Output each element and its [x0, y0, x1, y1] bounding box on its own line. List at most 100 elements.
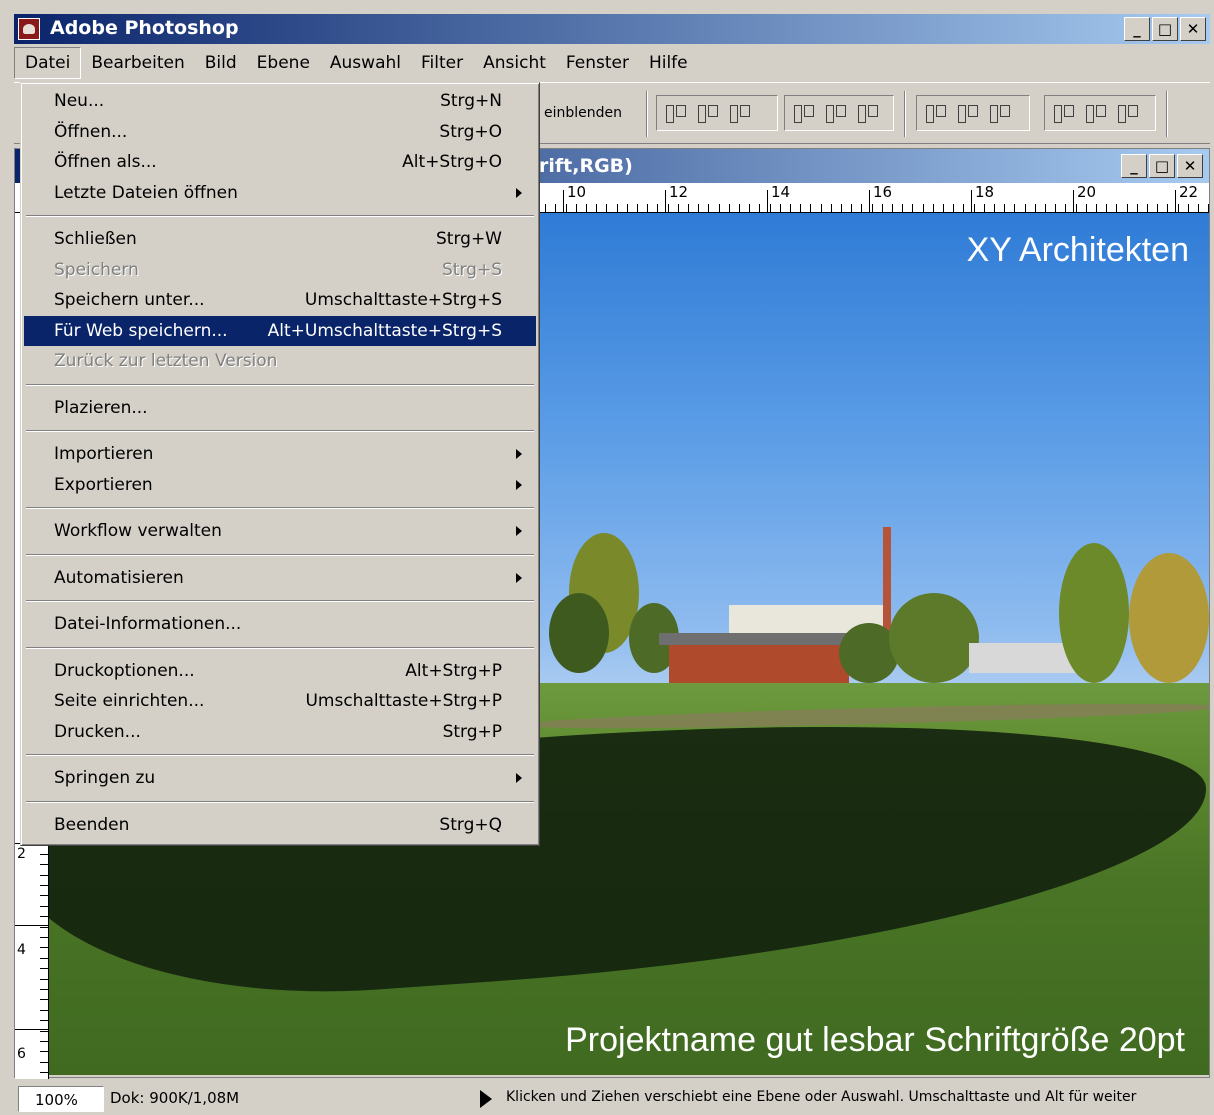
distribute-horizontal-group — [1044, 95, 1156, 131]
menu-datei[interactable]: Datei — [14, 47, 82, 79]
distribute-top-icon[interactable] — [923, 102, 947, 124]
document-size-info: Dok: 900K/1,08M — [110, 1089, 240, 1107]
distribute-right-icon[interactable] — [1115, 102, 1139, 124]
menu-bearbeiten[interactable]: Bearbeiten — [81, 47, 194, 79]
app-maximize-button[interactable]: □ — [1152, 17, 1178, 41]
ruler-tick — [606, 204, 607, 212]
menu-item-seite-einrichten[interactable]: Seite einrichten... Umschalttaste+Strg+P — [24, 686, 536, 717]
ruler-tick — [882, 204, 883, 212]
ruler-tick — [40, 885, 48, 886]
ruler-tick — [861, 204, 862, 212]
menu-item-neu[interactable]: Neu... Strg+N — [24, 86, 536, 117]
app-titlebar[interactable]: Adobe Photoshop _ □ ✕ — [14, 14, 1210, 44]
menu-ebene[interactable]: Ebene — [247, 47, 320, 79]
menu-hilfe[interactable]: Hilfe — [639, 47, 698, 79]
menu-item-druckoptionen[interactable]: Druckoptionen... Alt+Strg+P — [24, 656, 536, 687]
align-right-icon[interactable] — [855, 102, 879, 124]
menu-item-importieren[interactable]: Importieren — [24, 439, 536, 470]
menu-item-shortcut: Strg+W — [436, 229, 502, 250]
status-menu-arrow-icon[interactable] — [480, 1090, 492, 1108]
doc-maximize-button[interactable]: □ — [1149, 154, 1175, 178]
menu-item-label: Für Web speichern... — [54, 320, 228, 341]
menu-item-drucken[interactable]: Drucken... Strg+P — [24, 717, 536, 748]
submenu-arrow-icon — [516, 479, 522, 490]
menu-filter[interactable]: Filter — [411, 47, 473, 79]
show-bounding-box-label[interactable]: einblenden — [544, 105, 622, 121]
ruler-tick — [780, 204, 781, 212]
menu-bild[interactable]: Bild — [195, 47, 247, 79]
doc-minimize-button[interactable]: _ — [1121, 154, 1147, 178]
ruler-tick — [1065, 204, 1066, 212]
ruler-tick — [912, 204, 913, 212]
menu-fenster[interactable]: Fenster — [556, 47, 639, 79]
photoshop-app-icon[interactable] — [18, 18, 40, 40]
ruler-tick — [40, 895, 48, 896]
menu-item-label: Seite einrichten... — [54, 691, 205, 712]
ruler-tick — [872, 204, 873, 212]
distribute-vertical-center-icon[interactable] — [955, 102, 979, 124]
menu-item-schließen[interactable]: Schließen Strg+W — [24, 224, 536, 255]
menu-item-shortcut: Strg+S — [442, 259, 502, 280]
doc-close-button[interactable]: ✕ — [1177, 154, 1203, 178]
align-vertical-center-icon[interactable] — [695, 102, 719, 124]
menu-item-label: Importieren — [54, 444, 154, 465]
menu-item-beenden[interactable]: Beenden Strg+Q — [24, 810, 536, 841]
menu-item-workflow-verwalten[interactable]: Workflow verwalten — [24, 516, 536, 547]
zoom-field[interactable]: 100% — [18, 1086, 104, 1112]
ruler-tick — [974, 204, 975, 212]
ruler-tick — [40, 906, 48, 907]
menu-item-letzte-dateien-öffnen[interactable]: Letzte Dateien öffnen — [24, 178, 536, 209]
submenu-arrow-icon — [516, 449, 522, 459]
app-close-button[interactable]: ✕ — [1180, 17, 1206, 41]
ruler-tick — [1096, 204, 1097, 212]
align-horizontal-center-icon[interactable] — [823, 102, 847, 124]
tree — [1059, 543, 1129, 683]
menu-item-springen-zu[interactable]: Springen zu — [24, 763, 536, 794]
ruler-tick — [40, 1041, 48, 1042]
ruler-tick — [1188, 204, 1189, 212]
menu-ansicht[interactable]: Ansicht — [473, 47, 556, 79]
menu-separator — [24, 794, 536, 810]
menu-item-shortcut: Strg+P — [442, 721, 502, 742]
align-horizontal-group — [784, 95, 894, 131]
menu-item-shortcut: Strg+O — [439, 121, 502, 142]
ruler-tick — [40, 916, 48, 917]
menu-item-plazieren[interactable]: Plazieren... — [24, 393, 536, 424]
menu-item-für-web-speichern[interactable]: Für Web speichern... Alt+Umschalttaste+St… — [24, 315, 536, 346]
menu-item-label: Exportieren — [54, 474, 153, 495]
submenu-arrow-icon — [516, 526, 522, 536]
menu-item-automatisieren[interactable]: Automatisieren — [24, 563, 536, 594]
ruler-tick — [555, 204, 556, 212]
align-left-icon[interactable] — [791, 102, 815, 124]
menu-item-speichern-unter[interactable]: Speichern unter... Umschalttaste+Strg+S — [24, 285, 536, 316]
align-top-icon[interactable] — [663, 102, 687, 124]
ruler-tick — [933, 204, 934, 212]
building — [669, 643, 849, 685]
menu-item-label: Neu... — [54, 91, 105, 112]
ruler-tick — [627, 204, 628, 212]
status-message: Klicken und Ziehen verschiebt eine Ebene… — [506, 1089, 1137, 1105]
menu-item-label: Druckoptionen... — [54, 660, 195, 681]
menu-item-datei-informationen[interactable]: Datei-Informationen... — [24, 609, 536, 640]
menu-item-exportieren[interactable]: Exportieren — [24, 470, 536, 501]
menu-item-label: Beenden — [54, 814, 130, 835]
menu-item-label: Springen zu — [54, 768, 156, 789]
align-bottom-icon[interactable] — [727, 102, 751, 124]
ruler-tick — [1014, 204, 1015, 212]
ruler-label: 14 — [771, 183, 791, 201]
menu-separator — [24, 208, 536, 224]
ruler-tick — [1137, 204, 1138, 212]
ruler-tick — [1116, 204, 1117, 212]
menu-item-öffnen[interactable]: Öffnen... Strg+O — [24, 117, 536, 148]
menu-item-shortcut: Umschalttaste+Strg+P — [305, 691, 502, 712]
menu-auswahl[interactable]: Auswahl — [320, 47, 411, 79]
menu-separator — [24, 377, 536, 393]
distribute-left-icon[interactable] — [1051, 102, 1075, 124]
distribute-horizontal-center-icon[interactable] — [1083, 102, 1107, 124]
ruler-tick — [994, 204, 995, 212]
ruler-tick — [668, 204, 669, 212]
menu-item-label: Öffnen als... — [54, 152, 157, 173]
distribute-bottom-icon[interactable] — [987, 102, 1011, 124]
app-minimize-button[interactable]: _ — [1124, 17, 1150, 41]
menu-item-öffnen-als[interactable]: Öffnen als... Alt+Strg+O — [24, 147, 536, 178]
